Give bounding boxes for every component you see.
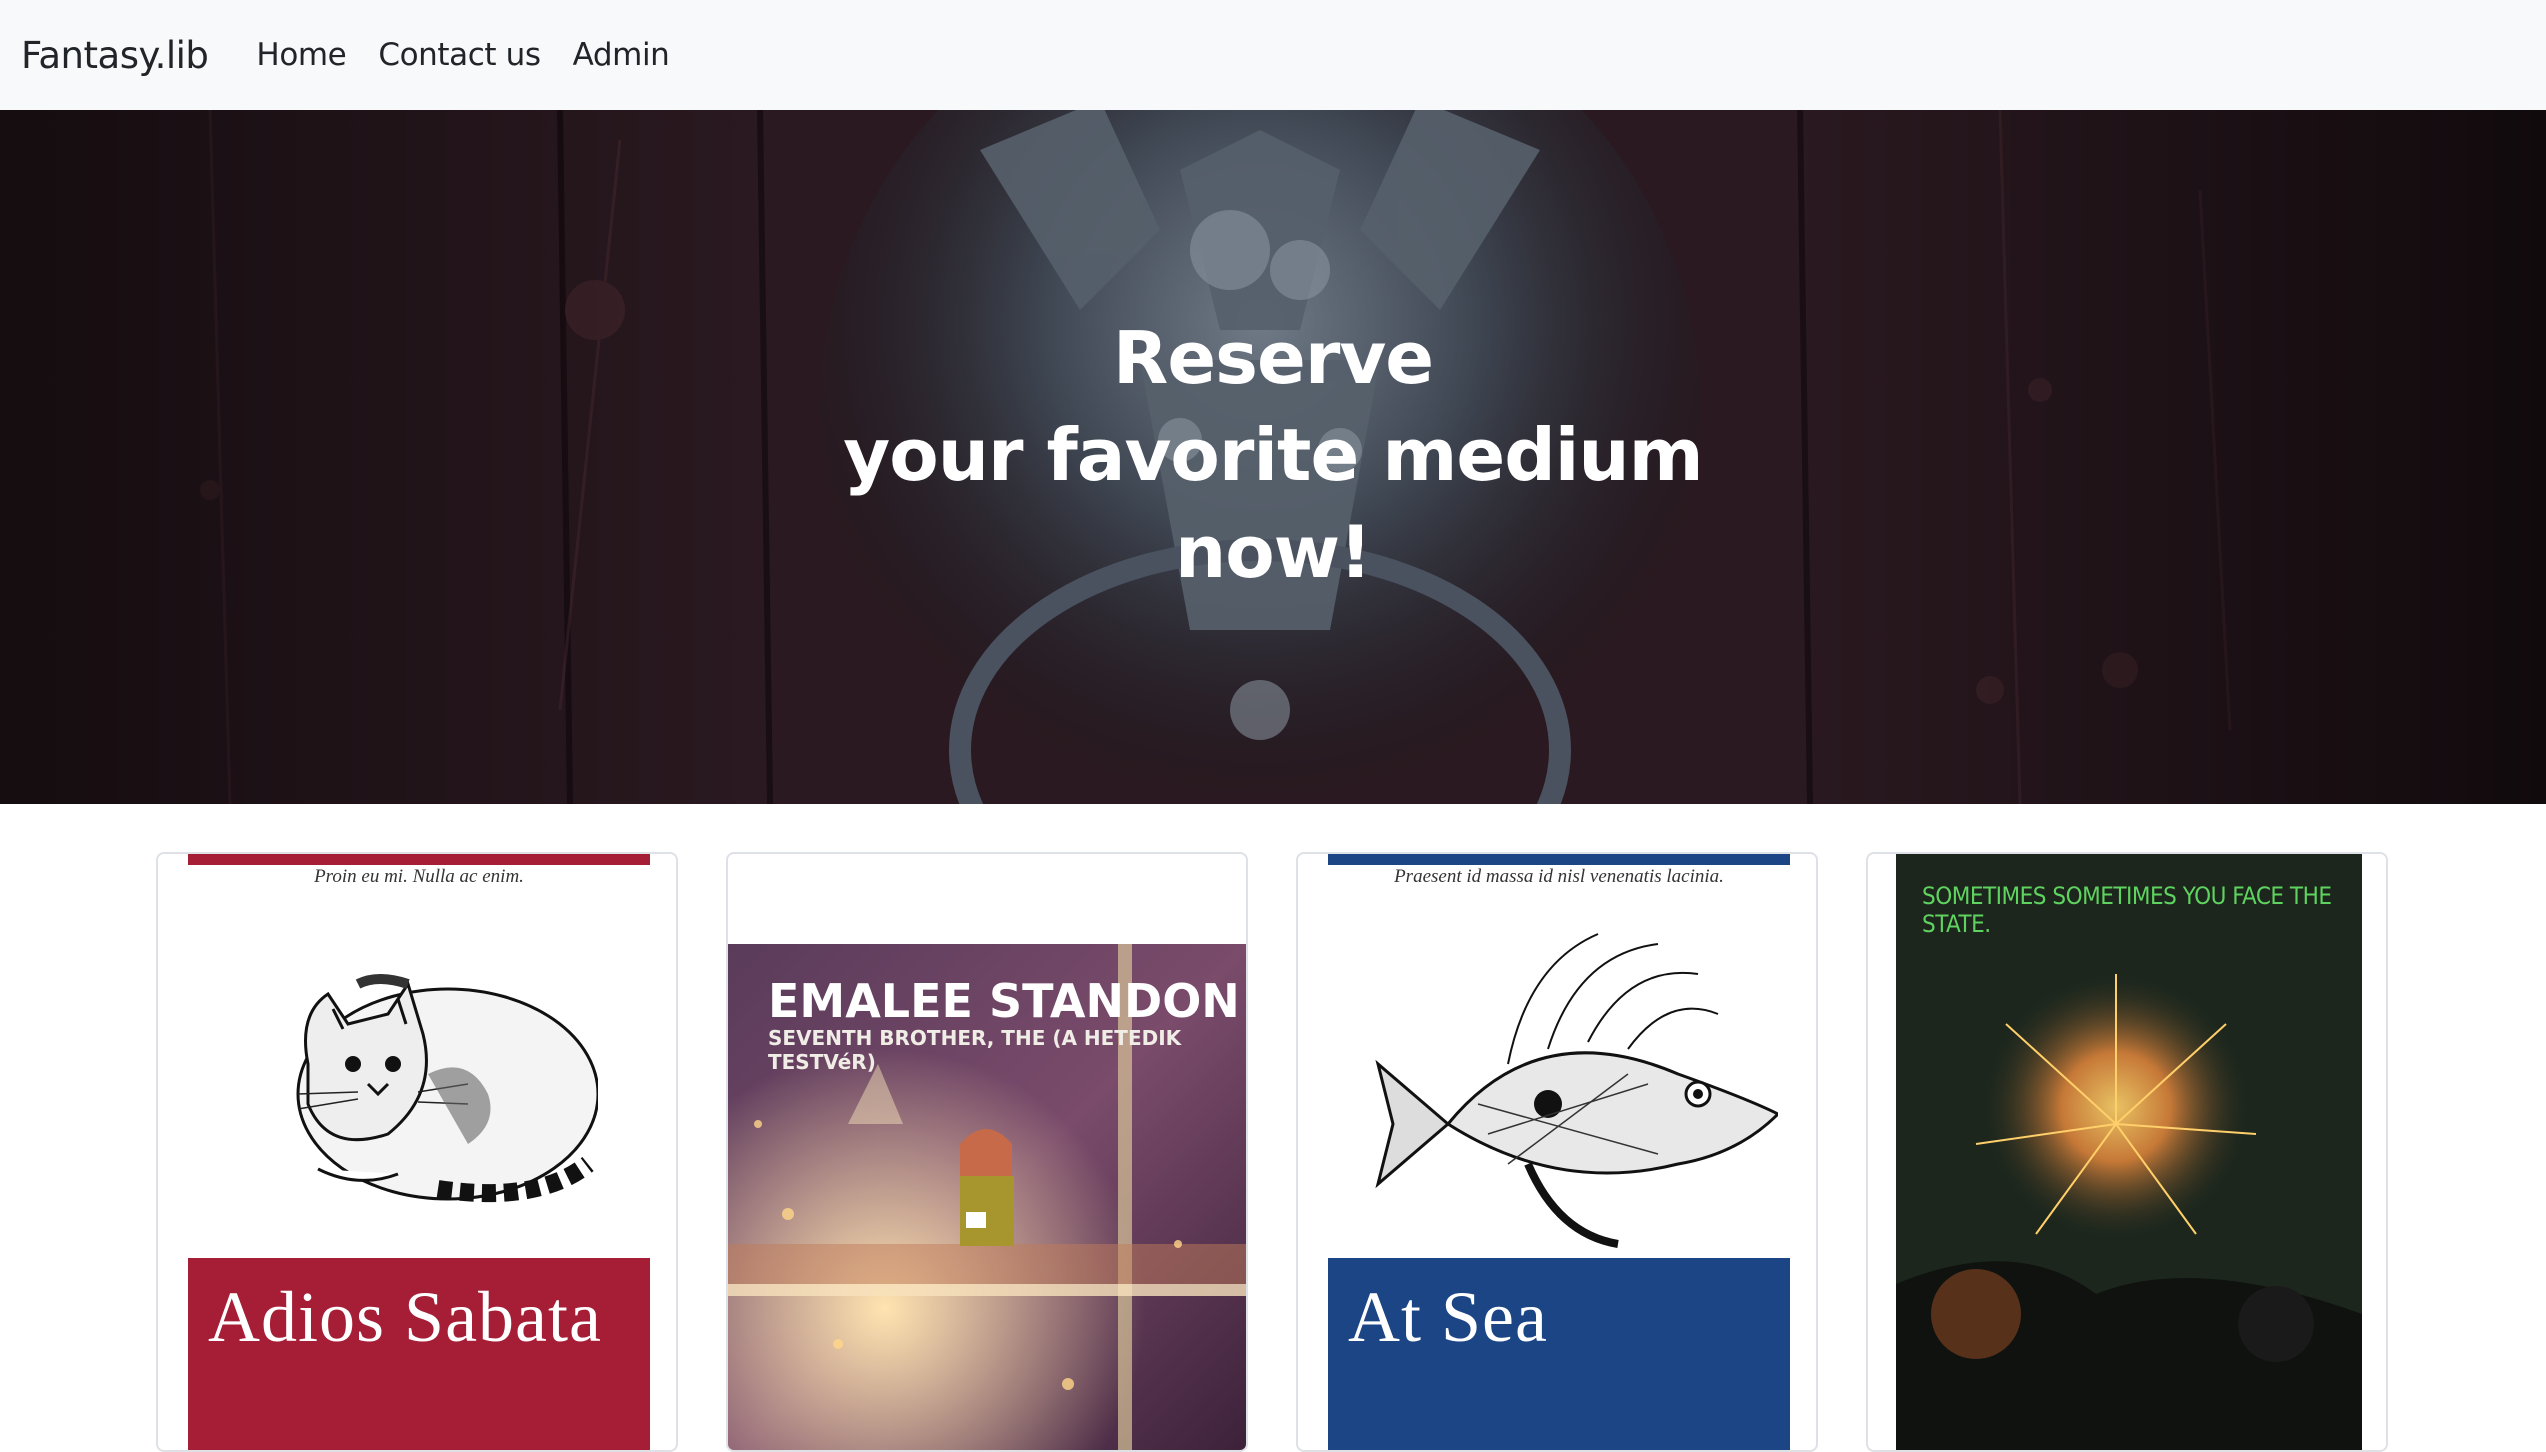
cat-illustration — [296, 974, 598, 1203]
hero-banner: Reserve your favorite medium now! — [0, 110, 2546, 804]
nav-link-admin[interactable]: Admin — [573, 37, 670, 73]
hero-title-line-1: Reserve — [1112, 316, 1434, 400]
cover-title-band: At Sea — [1328, 1258, 1790, 1450]
navbar: Fantasy.lib Home Contact us Admin — [0, 0, 2546, 110]
book-card-grid: Proin eu mi. Nulla ac enim. Adios Sabata — [0, 804, 2546, 1452]
book-card[interactable]: SOMETIMES SOMETIMES YOU FACE THE STATE. — [1866, 852, 2388, 1452]
hero-title-line-2: your favorite medium — [843, 413, 1703, 497]
book-card[interactable]: Proin eu mi. Nulla ac enim. Adios Sabata — [156, 852, 678, 1452]
fish-illustration — [1375, 933, 1778, 1248]
hero-title-line-3: now! — [1174, 510, 1372, 594]
brand-logo[interactable]: Fantasy.lib — [21, 34, 209, 77]
cover-tagline: Praesent id massa id nisl venenatis laci… — [1394, 866, 1724, 887]
cover-tagline: Proin eu mi. Nulla ac enim. — [314, 866, 524, 887]
nav-link-home[interactable]: Home — [256, 37, 346, 73]
cover-top-stripe — [188, 854, 650, 865]
book-card[interactable]: Praesent id massa id nisl venenatis laci… — [1296, 852, 1818, 1452]
nav-link-contact-us[interactable]: Contact us — [378, 37, 541, 73]
hero-title: Reserve your favorite medium now! — [0, 310, 2546, 601]
cover-title-band: Adios Sabata — [188, 1258, 650, 1450]
cover-fireworks-illustration — [1896, 854, 2362, 1450]
cover-top-stripe — [1328, 854, 1790, 865]
book-card[interactable]: EMALEE STANDON SEVENTH BROTHER, THE (A H… — [726, 852, 1248, 1452]
cover-subtitle: SEVENTH BROTHER, THE (A HETEDIK TESTVéR) — [768, 1026, 1182, 1074]
cover-author: EMALEE STANDON — [768, 974, 1240, 1028]
cover-tagline: SOMETIMES SOMETIMES YOU FACE THE STATE. — [1922, 882, 2332, 938]
